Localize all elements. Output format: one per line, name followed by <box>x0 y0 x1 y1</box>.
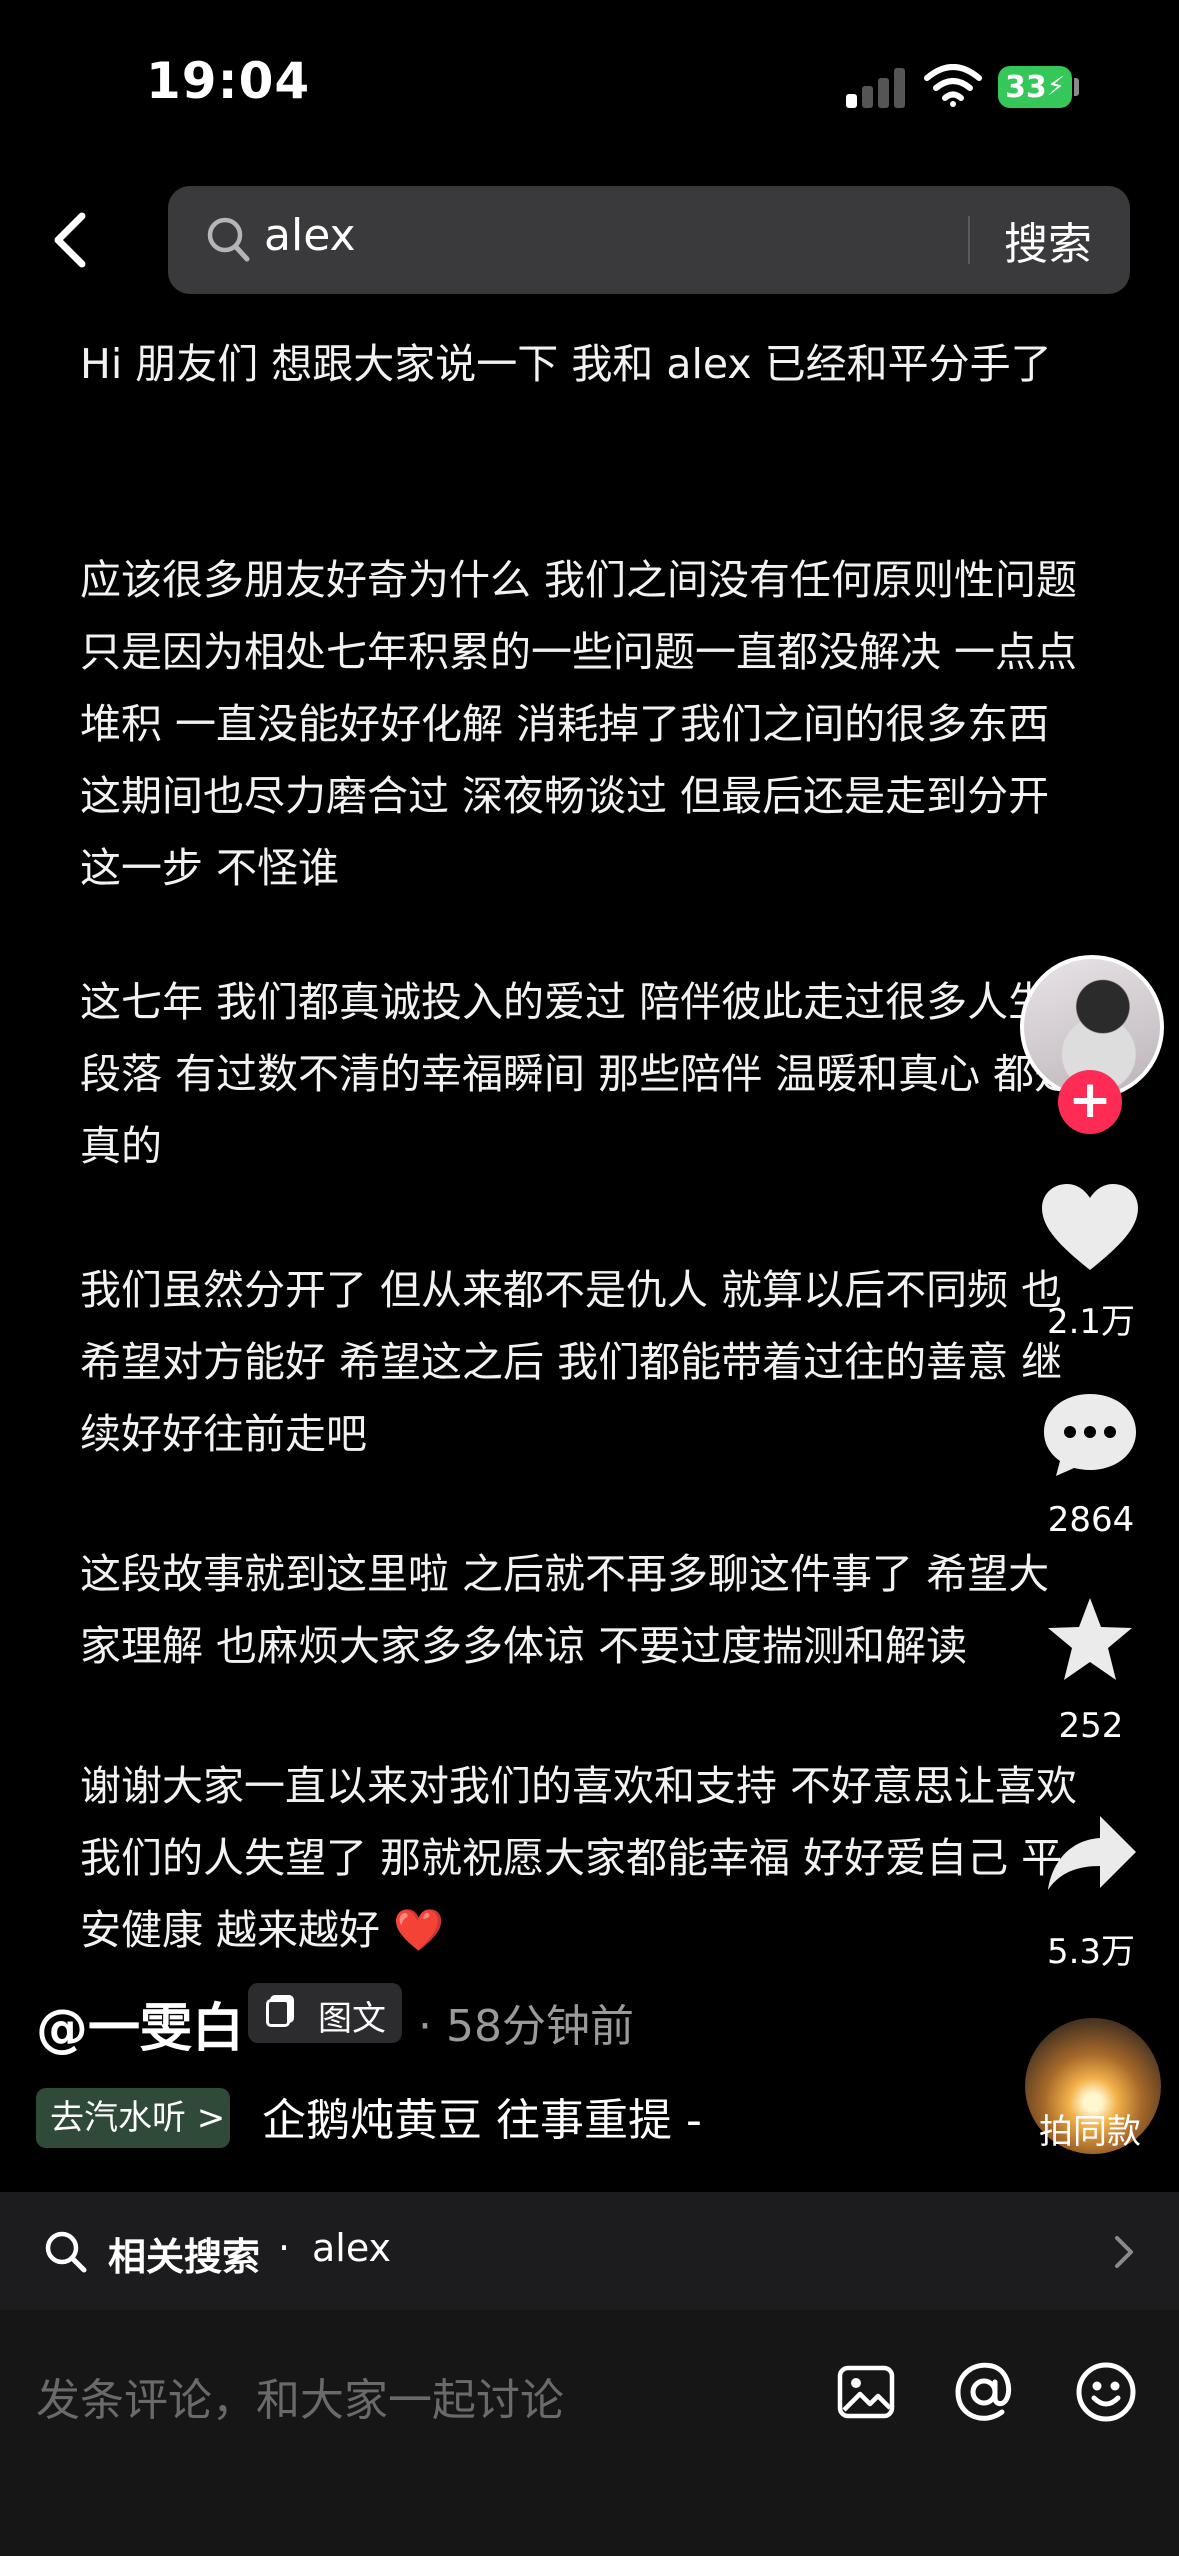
favorite-count: 252 <box>1058 1706 1124 1746</box>
post-paragraph: 这七年 我们都真诚投入的爱过 陪伴彼此走过很多人生段落 有过数不清的幸福瞬间 那… <box>80 978 1076 1170</box>
search-icon <box>45 2231 87 2273</box>
gallery-icon <box>266 1999 290 2027</box>
post-paragraph: Hi 朋友们 想跟大家说一下 我和 alex 已经和平分手了 <box>80 340 1052 388</box>
image-icon[interactable] <box>836 2362 896 2422</box>
post-paragraph: 应该很多朋友好奇为什么 我们之间没有任何原则性问题 只是因为相处七年积累的一些问… <box>80 556 1078 892</box>
search-icon <box>207 217 250 262</box>
post-timestamp: · 58分钟前 <box>418 2001 634 2052</box>
search-divider <box>968 216 970 264</box>
related-search-bar[interactable]: 相关搜索 · alex <box>0 2192 1179 2310</box>
charging-icon: ⚡ <box>1046 72 1065 102</box>
mention-icon[interactable] <box>952 2360 1016 2424</box>
related-search-label: 相关搜索 <box>108 2235 261 2279</box>
song-title[interactable]: 企鹅炖黄豆 往事重提 - <box>262 2084 702 2148</box>
favorite-icon[interactable] <box>1044 1596 1136 1684</box>
comment-input[interactable]: 发条评论，和大家一起讨论 <box>36 2364 564 2428</box>
comment-count: 2864 <box>1047 1500 1135 1540</box>
signal-icon <box>846 66 906 108</box>
post-paragraph: 谢谢大家一直以来对我们的喜欢和支持 不好意思让喜欢我们的人失望了 那就祝愿大家都… <box>80 1762 1078 1954</box>
back-icon[interactable] <box>40 200 100 280</box>
emoji-icon[interactable] <box>1074 2360 1138 2424</box>
comment-bar: 发条评论，和大家一起讨论 <box>0 2310 1179 2556</box>
battery-tip <box>1074 78 1079 96</box>
author-name[interactable]: @一雯白 <box>36 1986 244 2061</box>
wifi-icon <box>924 64 982 107</box>
comment-icon[interactable] <box>1040 1390 1140 1480</box>
post-type-label: 图文 <box>318 1999 386 2039</box>
music-app-chip[interactable]: 去汽水听 > <box>36 2088 230 2148</box>
share-count: 5.3万 <box>1046 1932 1136 1972</box>
search-input[interactable]: alex <box>264 210 356 261</box>
follow-button[interactable]: + <box>1058 1070 1122 1134</box>
like-icon[interactable] <box>1040 1182 1140 1274</box>
like-count: 2.1万 <box>1046 1302 1136 1342</box>
battery-indicator: 33 ⚡ <box>998 66 1072 108</box>
post-paragraph: 这段故事就到这里啦 之后就不再多聊这件事了 希望大家理解 也麻烦大家多多体谅 不… <box>80 1550 1050 1670</box>
post-paragraph: 我们虽然分开了 但从来都不是仇人 就算以后不同频 也希望对方能好 希望这之后 我… <box>80 1266 1063 1458</box>
share-icon[interactable] <box>1044 1812 1140 1894</box>
status-time: 19:04 <box>146 52 311 110</box>
same-style-label[interactable]: 拍同款 <box>1000 2104 1179 2153</box>
chevron-right-icon <box>1115 2236 1133 2268</box>
post-type-badge: 图文 <box>248 1983 402 2043</box>
search-button[interactable]: 搜索 <box>1004 208 1092 272</box>
related-search-query: alex <box>312 2226 392 2270</box>
search-box[interactable]: alex 搜索 <box>168 186 1130 294</box>
related-separator: · <box>278 2226 291 2270</box>
battery-level: 33 <box>1004 69 1047 105</box>
